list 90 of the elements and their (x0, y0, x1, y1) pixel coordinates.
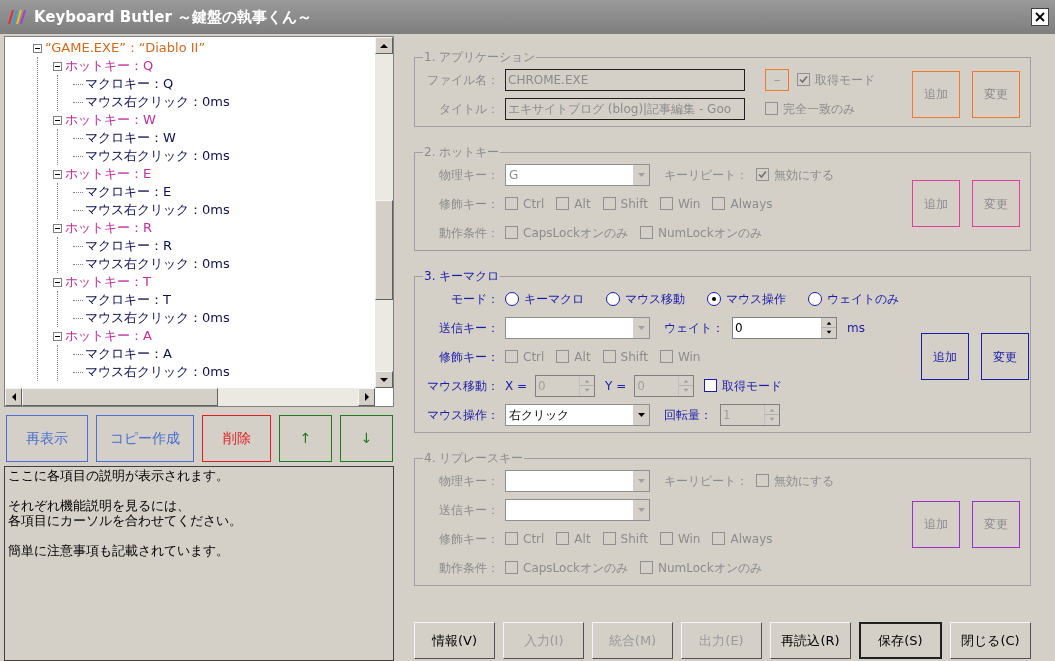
tree-action-button[interactable]: 削除 (202, 415, 271, 462)
field-label: 回転量： (664, 406, 712, 424)
footer-button[interactable]: 閉じる(C) (950, 622, 1031, 659)
spin-arrows-icon (579, 375, 595, 396)
tree-item[interactable]: “GAME.EXE”：“Diablo II” (45, 38, 206, 58)
checkmark-icon (799, 75, 808, 84)
field-label: 送信キー： (438, 319, 500, 337)
field-label: 物理キー： (438, 472, 500, 490)
spin-arrows-icon (821, 317, 836, 338)
field-label: キーリピート： (664, 472, 748, 490)
footer-button[interactable]: 再読込(R) (770, 622, 851, 659)
vertical-scrollbar[interactable] (375, 37, 393, 388)
scrollbar-thumb[interactable] (375, 200, 393, 300)
field-label: X = (505, 377, 528, 395)
spin-field[interactable]: 0 (732, 316, 837, 339)
tree-item[interactable]: マウス右クリック：0ms (85, 308, 230, 328)
field-label: ms (847, 319, 865, 337)
checkbox[interactable]: 取得モード (704, 376, 783, 395)
spin-arrows-icon (764, 404, 779, 425)
description-text: 簡単に注意事項も記載されています。 (8, 543, 230, 558)
field-label: 動作条件： (438, 224, 500, 242)
description-text: それぞれ機能説明を見るには、 (8, 498, 191, 513)
tree-action-button[interactable]: コピー作成 (96, 415, 194, 462)
horizontal-scrollbar[interactable] (5, 388, 375, 406)
radio-option[interactable]: キーマクロ (505, 289, 584, 308)
tree-item[interactable]: マクロキー：E (85, 182, 172, 202)
checkmark-icon (758, 170, 767, 179)
field-label: 修飾キー： (438, 348, 500, 366)
footer-button[interactable]: 保存(S) (859, 622, 942, 659)
tree-item[interactable]: ホットキー：A (65, 326, 152, 346)
field-label: マウス操作： (426, 406, 500, 424)
field-label: モード： (450, 290, 500, 308)
group-title: 3. キーマクロ (423, 268, 501, 285)
tree-action-button[interactable]: ↑ (279, 415, 332, 462)
field-label: タイトル： (438, 100, 500, 118)
scrollbar-thumb[interactable] (22, 388, 218, 406)
field-label: 物理キー： (438, 166, 500, 184)
tree-item[interactable]: ホットキー：T (65, 272, 151, 292)
collapse-icon[interactable] (53, 277, 62, 287)
tree-item[interactable]: ホットキー：E (65, 164, 152, 184)
description-text: ここに各項目の説明が表示されます。 (8, 468, 230, 483)
tree-item[interactable]: ホットキー：W (65, 110, 156, 130)
field-label: マウス移動： (426, 377, 500, 395)
collapse-icon[interactable] (53, 223, 62, 233)
dropdown[interactable] (505, 498, 650, 521)
dropdown[interactable] (505, 469, 650, 492)
field-label: キーリピート： (664, 166, 748, 184)
tree-item[interactable]: マクロキー：W (85, 128, 176, 148)
radio-option[interactable]: マウス移動 (606, 289, 685, 308)
field-label: ファイル名： (426, 71, 500, 89)
group-title: 2. ホットキー (423, 144, 501, 161)
checkbox-box[interactable] (704, 379, 718, 392)
window-title: Keyboard Butler ～鍵盤の執事くん～ (34, 6, 314, 28)
footer-button[interactable]: 情報(V) (414, 622, 495, 659)
field-label: ウェイト： (664, 319, 724, 337)
tree-item[interactable]: マウス右クリック：0ms (85, 254, 230, 274)
close-button[interactable] (1031, 8, 1049, 26)
tree-item[interactable]: マウス右クリック：0ms (85, 92, 230, 112)
tree-action-button[interactable]: 再表示 (6, 415, 88, 462)
change-button[interactable]: 変更 (981, 333, 1029, 380)
tree-item[interactable]: マクロキー：Q (85, 74, 174, 94)
dropdown[interactable]: 右クリック (505, 403, 650, 426)
add-button[interactable]: 追加 (921, 333, 969, 380)
app-logo-icon (6, 8, 26, 26)
tree-item[interactable]: マクロキー：T (85, 290, 171, 310)
collapse-icon[interactable] (53, 169, 62, 179)
radio-option[interactable]: マウス操作 (707, 289, 786, 308)
group-title: 4. リプレースキー (423, 450, 525, 467)
tree-item[interactable]: マウス右クリック：0ms (85, 200, 230, 220)
collapse-icon[interactable] (53, 331, 62, 341)
field-label: 送信キー： (438, 501, 500, 519)
description-text: 各項目にカーソルを合わせてください。 (8, 513, 243, 528)
tree-item[interactable]: マクロキー：R (85, 236, 173, 256)
tree-item[interactable]: マウス右クリック：0ms (85, 362, 230, 382)
field-label: 修飾キー： (438, 195, 500, 213)
field-label: Y = (605, 377, 627, 395)
collapse-icon[interactable] (53, 61, 62, 71)
radio-option[interactable]: ウェイトのみ (808, 289, 899, 308)
tree-action-button[interactable]: ↓ (340, 415, 393, 462)
close-icon (1035, 12, 1045, 22)
tree-item[interactable]: マクロキー：A (85, 344, 172, 364)
field-label: 動作条件： (438, 559, 500, 577)
field-label: 修飾キー： (438, 530, 500, 548)
collapse-icon[interactable] (53, 115, 62, 125)
spin-arrows-icon (678, 375, 694, 396)
collapse-icon[interactable] (33, 43, 42, 53)
group-title: 1. アプリケーション (423, 49, 537, 66)
tree-item[interactable]: ホットキー：Q (65, 56, 154, 76)
tree-item[interactable]: ホットキー：R (65, 218, 153, 238)
tree-item[interactable]: マウス右クリック：0ms (85, 146, 230, 166)
